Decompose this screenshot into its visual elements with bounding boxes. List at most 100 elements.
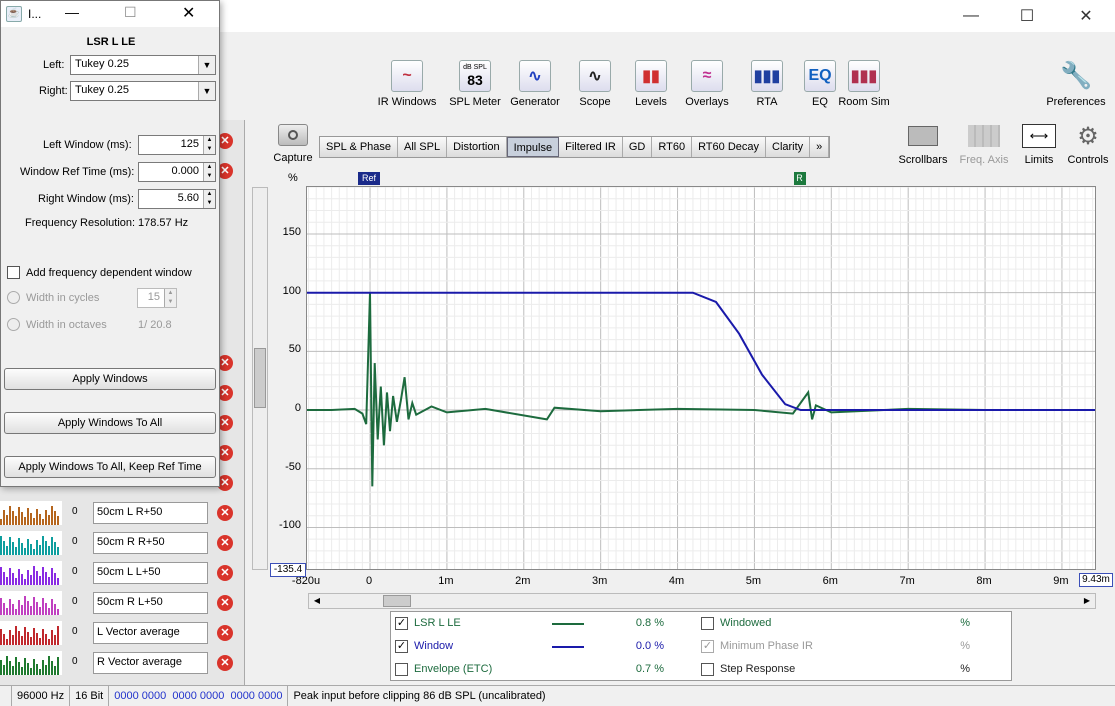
tab-rt60[interactable]: RT60 <box>652 137 693 157</box>
plot-horizontal-scrollbar[interactable]: ◀ ▶ <box>308 593 1096 609</box>
measurement-list-scrollbar[interactable] <box>252 187 268 570</box>
width-cycles-radio[interactable] <box>7 291 20 304</box>
tab-impulse[interactable]: Impulse <box>506 137 560 157</box>
maximize-button[interactable]: ☐ <box>1004 0 1050 32</box>
bit-depth: 16 Bit <box>70 686 110 706</box>
scrollbar-thumb[interactable] <box>383 595 411 607</box>
legend-checkbox[interactable] <box>395 663 408 676</box>
ref-time-input[interactable]: 0.000 ▲ ▼ <box>138 162 216 182</box>
remove-icon[interactable]: ✕ <box>217 625 233 641</box>
dialog-minimize-button[interactable]: — <box>65 4 79 20</box>
remove-icon[interactable]: ✕ <box>217 655 233 671</box>
controls-label: Controls <box>1067 154 1109 166</box>
right-window-ms-input[interactable]: 5.60 ▲ ▼ <box>138 189 216 209</box>
apply-windows-to-all-button[interactable]: Apply Windows To All <box>4 412 216 434</box>
right-window-type-select[interactable]: Tukey 0.25 ▼ <box>70 81 216 101</box>
room-sim-icon: ▮▮▮ <box>848 60 880 92</box>
tab-[interactable]: » <box>810 137 830 157</box>
measurement-name-field[interactable]: 50cm L R+50 <box>93 502 208 524</box>
tab-filtered-ir[interactable]: Filtered IR <box>559 137 623 157</box>
capture-button[interactable]: Capture <box>270 124 316 164</box>
spin-down-icon[interactable]: ▼ <box>164 298 176 307</box>
legend-value: % <box>960 617 970 629</box>
ref-time-value: 0.000 <box>171 165 199 177</box>
right-window-type-value: Tukey 0.25 <box>75 84 130 96</box>
cycles-input[interactable]: 15 ▲ ▼ <box>137 288 177 308</box>
remove-icon[interactable]: ✕ <box>217 535 233 551</box>
scrollbar-thumb[interactable] <box>254 348 266 408</box>
scrollbars-button[interactable]: Scrollbars <box>893 124 953 166</box>
legend-checkbox[interactable] <box>701 617 714 630</box>
measurement-name-field[interactable]: 50cm R L+50 <box>93 592 208 614</box>
tool-label: IR Windows <box>377 96 437 108</box>
remove-icon[interactable]: ✕ <box>217 595 233 611</box>
tab-clarity[interactable]: Clarity <box>766 137 811 157</box>
gear-icon: ⚙ <box>1077 122 1099 150</box>
spin-down-icon[interactable]: ▼ <box>203 172 215 181</box>
impulse-plot[interactable] <box>306 186 1096 570</box>
spin-up-icon[interactable]: ▲ <box>164 289 176 298</box>
ref-marker[interactable]: Ref <box>358 172 381 185</box>
x-max-label[interactable]: 9.43m <box>1079 573 1113 587</box>
measurement-row[interactable]: 0 L Vector average ✕ <box>0 619 245 647</box>
ir-windows-button[interactable]: ~ IR Windows <box>372 60 442 108</box>
remove-icon[interactable]: ✕ <box>217 565 233 581</box>
apply-windows-button[interactable]: Apply Windows <box>4 368 216 390</box>
y-tick-label: 150 <box>282 225 301 238</box>
fdw-checkbox[interactable] <box>7 266 20 279</box>
dialog-close-button[interactable]: ✕ <box>182 3 195 23</box>
capture-label: Capture <box>273 152 313 164</box>
y-min-label[interactable]: -135.4 <box>270 563 306 577</box>
measurement-name-field[interactable]: L Vector average <box>93 622 208 644</box>
spin-down-icon[interactable]: ▼ <box>203 145 215 154</box>
measurement-row[interactable]: 0 50cm R R+50 ✕ <box>0 529 245 557</box>
measurement-name-field[interactable]: R Vector average <box>93 652 208 674</box>
remove-icon[interactable]: ✕ <box>217 505 233 521</box>
right-window-ms-value: 5.60 <box>177 192 199 204</box>
legend-value: 0.0 % <box>635 640 664 652</box>
freq-axis-button[interactable]: Freq. Axis <box>954 124 1014 166</box>
minimize-button[interactable]: — <box>948 0 994 32</box>
left-window-ms-input[interactable]: 125 ▲ ▼ <box>138 135 216 155</box>
input-meters: 0000 0000 0000 0000 0000 0000 <box>109 686 289 706</box>
left-window-ms-label: Left Window (ms): <box>43 139 132 151</box>
scroll-left-icon[interactable]: ◀ <box>311 595 323 607</box>
measurement-row[interactable]: 0 50cm L L+50 ✕ <box>0 559 245 587</box>
y-tick-label: -50 <box>285 460 301 473</box>
legend-checkbox[interactable]: ✓ <box>701 640 714 653</box>
width-octaves-radio[interactable] <box>7 318 20 331</box>
legend-checkbox[interactable] <box>701 663 714 676</box>
measurement-row[interactable]: 0 50cm L R+50 ✕ <box>0 499 245 527</box>
close-button[interactable]: ✕ <box>1063 0 1109 32</box>
controls-button[interactable]: ⚙ Controls <box>1058 122 1115 167</box>
dialog-maximize-button[interactable]: ☐ <box>124 4 137 21</box>
preferences-button[interactable]: 🔧 Preferences <box>1044 60 1108 108</box>
measurement-row[interactable]: 0 R Vector average ✕ <box>0 649 245 677</box>
right-window-ms-label: Right Window (ms): <box>38 193 134 205</box>
legend-checkbox[interactable]: ✓ <box>395 640 408 653</box>
spl-meter-unit: dB SPL <box>463 64 487 71</box>
tab-spl-phase[interactable]: SPL & Phase <box>320 137 399 157</box>
tab-rt60-decay[interactable]: RT60 Decay <box>692 137 766 157</box>
scroll-right-icon[interactable]: ▶ <box>1081 595 1093 607</box>
room-sim-button[interactable]: ▮▮▮ Room Sim <box>829 60 899 108</box>
width-cycles-label: Width in cycles <box>26 292 100 304</box>
left-window-type-select[interactable]: Tukey 0.25 ▼ <box>70 55 216 75</box>
measurement-name-field[interactable]: 50cm L L+50 <box>93 562 208 584</box>
measurement-thumbnail <box>0 501 62 525</box>
tab-distortion[interactable]: Distortion <box>447 137 507 157</box>
spin-up-icon[interactable]: ▲ <box>203 190 215 199</box>
spin-up-icon[interactable]: ▲ <box>203 163 215 172</box>
right-window-marker[interactable]: R <box>793 172 806 185</box>
measurement-name-field[interactable]: 50cm R R+50 <box>93 532 208 554</box>
camera-icon <box>278 124 308 146</box>
legend-checkbox[interactable]: ✓ <box>395 617 408 630</box>
apply-windows-to-all-keep-ref-button[interactable]: Apply Windows To All, Keep Ref Time <box>4 456 216 478</box>
octaves-value: 1/ 20.8 <box>138 319 172 331</box>
spin-up-icon[interactable]: ▲ <box>203 136 215 145</box>
spin-down-icon[interactable]: ▼ <box>203 199 215 208</box>
y-tick-label: 100 <box>282 284 301 297</box>
tab-gd[interactable]: GD <box>622 137 653 157</box>
tab-all-spl[interactable]: All SPL <box>398 137 448 157</box>
measurement-row[interactable]: 0 50cm R L+50 ✕ <box>0 589 245 617</box>
